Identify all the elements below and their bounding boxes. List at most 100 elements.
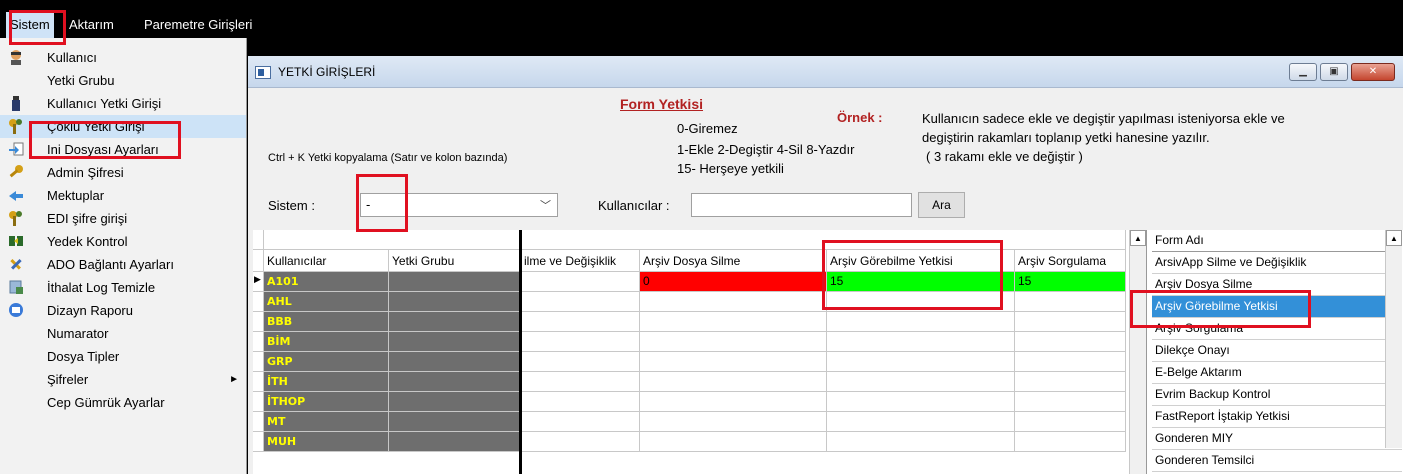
grid-cell-value[interactable] (640, 372, 827, 392)
grid-cell-value[interactable] (1015, 352, 1126, 372)
grid-cell-user[interactable]: GRP (264, 352, 389, 372)
form-list-item[interactable]: Arşiv Dosya Silme (1152, 274, 1402, 296)
column-header-yetki-grubu[interactable]: Yetki Grubu (389, 250, 521, 272)
grid-cell-value[interactable] (827, 372, 1015, 392)
form-list-item[interactable]: E-Belge Aktarım (1152, 362, 1402, 384)
grid-cell-value[interactable] (521, 292, 640, 312)
grid-cell-value[interactable] (640, 332, 827, 352)
grid-cell-user[interactable]: MT (264, 412, 389, 432)
kullanicilar-input[interactable] (691, 193, 912, 217)
grid-cell-group[interactable] (389, 352, 521, 372)
grid-cell-group[interactable] (389, 372, 521, 392)
grid-cell-value[interactable]: 15 (827, 272, 1015, 292)
ara-button[interactable]: Ara (918, 192, 965, 218)
grid-cell-user[interactable]: AHL (264, 292, 389, 312)
grid-cell-group[interactable] (389, 292, 521, 312)
column-header-kullanicilar[interactable]: Kullanıcılar (264, 250, 389, 272)
grid-cell-value[interactable] (827, 332, 1015, 352)
grid-cell-value[interactable] (521, 432, 640, 452)
menu-item-dizayn-raporu[interactable]: Dizayn Raporu (0, 299, 246, 322)
grid-cell-value[interactable] (1015, 372, 1126, 392)
menu-item-admin-sifresi[interactable]: Admin Şifresi (0, 161, 246, 184)
grid-cell-user[interactable]: A101 (264, 272, 389, 292)
grid-cell-value[interactable]: 0 (640, 272, 827, 292)
column-header-arsiv-gorebilme-yetkisi[interactable]: Arşiv Görebilme Yetkisi (827, 250, 1015, 272)
grid-cell-value[interactable] (1015, 392, 1126, 412)
menu-item-cep-gumruk-ayarlar[interactable]: Cep Gümrük Ayarlar (0, 391, 246, 414)
menu-item-numarator[interactable]: Numarator (0, 322, 246, 345)
form-list-item[interactable]: Gonderen MIY (1152, 428, 1402, 450)
grid-cell-value[interactable] (640, 352, 827, 372)
grid-cell-value[interactable] (640, 392, 827, 412)
grid-cell-value[interactable] (827, 392, 1015, 412)
chevron-down-icon[interactable]: ﹀ (540, 197, 551, 213)
grid-cell-value[interactable] (640, 312, 827, 332)
grid-cell-group[interactable] (389, 312, 521, 332)
grid-cell-group[interactable] (389, 332, 521, 352)
minimize-button[interactable]: ▁ (1289, 63, 1317, 81)
menu-sistem[interactable]: Sistem (6, 12, 54, 38)
menu-item-kullanici[interactable]: Kullanıcı (0, 46, 246, 69)
form-list-item[interactable]: Dilekçe Onayı (1152, 340, 1402, 362)
menu-item-mektuplar[interactable]: Mektuplar (0, 184, 246, 207)
grid-cell-value[interactable] (521, 392, 640, 412)
grid-cell-value[interactable] (521, 272, 640, 292)
grid-cell-value[interactable] (521, 352, 640, 372)
grid-cell-value[interactable] (521, 312, 640, 332)
close-button[interactable]: ✕ (1351, 63, 1395, 81)
form-list-item[interactable]: Evrim Backup Kontrol (1152, 384, 1402, 406)
scroll-up-icon[interactable]: ▲ (1386, 230, 1402, 246)
maximize-button[interactable]: ▣ (1320, 63, 1348, 81)
grid-cell-value[interactable] (640, 292, 827, 312)
menu-aktarim[interactable]: Aktarım (65, 12, 118, 38)
grid-cell-value[interactable] (827, 352, 1015, 372)
grid-cell-value[interactable] (827, 412, 1015, 432)
menu-item-yedek-kontrol[interactable]: Yedek Kontrol (0, 230, 246, 253)
grid-cell-user[interactable]: BİM (264, 332, 389, 352)
sistem-combobox[interactable]: - ﹀ (360, 193, 558, 217)
form-list-item[interactable]: FastReport İştakip Yetkisi (1152, 406, 1402, 428)
form-list-item[interactable]: Gonderen Temsilci (1152, 450, 1402, 472)
form-list-item[interactable]: Arşiv Sorgulama (1152, 318, 1402, 340)
scroll-up-icon[interactable]: ▲ (1130, 230, 1146, 246)
grid-cell-user[interactable]: İTH (264, 372, 389, 392)
menu-item-edi-sifre-girisi[interactable]: EDI şifre girişi (0, 207, 246, 230)
form-list-scrollbar[interactable]: ▲ (1385, 230, 1402, 448)
grid-cell-value[interactable] (640, 432, 827, 452)
grid-cell-value[interactable] (1015, 312, 1126, 332)
menu-item-ado-baglanti-ayarlari[interactable]: ADO Bağlantı Ayarları (0, 253, 246, 276)
grid-cell-group[interactable] (389, 272, 521, 292)
form-list-item-selected[interactable]: Arşiv Görebilme Yetkisi (1152, 296, 1402, 318)
menu-item-sifreler[interactable]: Şifreler ► (0, 368, 246, 391)
grid-cell-value[interactable] (1015, 292, 1126, 312)
grid-cell-user[interactable]: İTHOP (264, 392, 389, 412)
grid-cell-value[interactable] (1015, 432, 1126, 452)
grid-cell-value[interactable]: 15 (1015, 272, 1126, 292)
grid-cell-value[interactable] (521, 412, 640, 432)
grid-cell-value[interactable] (827, 292, 1015, 312)
menu-item-ithalat-log-temizle[interactable]: İthalat Log Temizle (0, 276, 246, 299)
grid-cell-value[interactable] (1015, 412, 1126, 432)
grid-cell-value[interactable] (1015, 332, 1126, 352)
menu-paremetre-girisleri[interactable]: Paremetre Girişleri (140, 12, 256, 38)
menu-item-yetki-grubu[interactable]: Yetki Grubu (0, 69, 246, 92)
menu-item-coklu-yetki-girisi[interactable]: Çoklu Yetki Girişi (0, 115, 246, 138)
grid-cell-value[interactable] (521, 372, 640, 392)
grid-scrollbar[interactable]: ▲ (1129, 230, 1146, 474)
menu-item-dosya-tipler[interactable]: Dosya Tipler (0, 345, 246, 368)
grid-cell-value[interactable] (640, 412, 827, 432)
grid-cell-group[interactable] (389, 392, 521, 412)
menu-item-kullanici-yetki-girisi[interactable]: Kullanıcı Yetki Girişi (0, 92, 246, 115)
column-header-silme-ve-degisiklik[interactable]: ilme ve Değişiklik (521, 250, 640, 272)
column-header-arsiv-dosya-silme[interactable]: Arşiv Dosya Silme (640, 250, 827, 272)
column-header-arsiv-sorgulama[interactable]: Arşiv Sorgulama (1015, 250, 1126, 272)
grid-cell-user[interactable]: MUH (264, 432, 389, 452)
menu-item-ini-dosyasi-ayarlari[interactable]: Ini Dosyası Ayarları (0, 138, 246, 161)
grid-cell-group[interactable] (389, 412, 521, 432)
grid-cell-user[interactable]: BBB (264, 312, 389, 332)
grid-cell-value[interactable] (827, 432, 1015, 452)
grid-cell-value[interactable] (827, 312, 1015, 332)
grid-cell-value[interactable] (521, 332, 640, 352)
grid-cell-group[interactable] (389, 432, 521, 452)
form-list-item[interactable]: ArsivApp Silme ve Değişiklik (1152, 252, 1402, 274)
